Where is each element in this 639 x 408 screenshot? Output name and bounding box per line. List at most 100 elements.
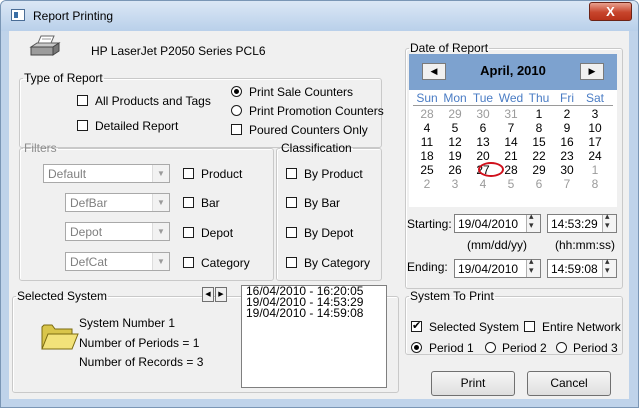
depot-filter-combo[interactable]: Depot ▼ (65, 222, 170, 241)
calendar-day[interactable]: 16 (553, 135, 581, 149)
bar-filter-checkbox[interactable] (183, 197, 194, 208)
calendar-day[interactable]: 13 (469, 135, 497, 149)
period-3-label: Period 3 (573, 341, 618, 355)
calendar-day[interactable]: 2 (553, 107, 581, 121)
next-month-button[interactable]: ▶ (580, 63, 604, 80)
category-filter-checkbox[interactable] (183, 257, 194, 268)
starting-date-field[interactable]: 19/04/2010 (454, 211, 541, 233)
calendar-day[interactable]: 24 (581, 149, 609, 163)
category-filter-label: Category (201, 256, 250, 270)
print-promotion-counters-radio[interactable] (231, 105, 242, 116)
folder-icon (41, 324, 79, 350)
period-1-radio[interactable] (411, 342, 422, 353)
calendar-day[interactable]: 6 (469, 121, 497, 135)
poured-counters-checkbox[interactable] (231, 124, 242, 135)
calendar-day[interactable]: 5 (441, 121, 469, 135)
chevron-down-icon: ▼ (152, 165, 169, 182)
calendar-day[interactable]: 23 (553, 149, 581, 163)
calendar-day[interactable]: 29 (525, 163, 553, 177)
all-products-checkbox[interactable] (77, 95, 88, 106)
calendar-day[interactable]: 18 (413, 149, 441, 163)
calendar-day[interactable]: 4 (413, 121, 441, 135)
bar-filter-combo[interactable]: DefBar ▼ (65, 193, 170, 212)
classification-legend: Classification (281, 141, 352, 155)
calendar-day[interactable]: 8 (581, 177, 609, 191)
detailed-report-checkbox[interactable] (77, 120, 88, 131)
calendar-day[interactable]: 30 (469, 107, 497, 121)
printer-name: HP LaserJet P2050 Series PCL6 (91, 44, 266, 58)
list-item[interactable]: 19/04/2010 - 14:59:08 (242, 307, 386, 319)
selected-system-checkbox[interactable] (411, 319, 422, 332)
print-sale-counters-radio[interactable] (231, 86, 242, 97)
date-format-hint: (mm/dd/yy) (467, 238, 527, 252)
entire-network-checkbox[interactable] (524, 321, 535, 332)
calendar-day[interactable]: 3 (441, 177, 469, 191)
spin-arrows-icon[interactable] (602, 211, 616, 232)
product-filter-checkbox[interactable] (183, 168, 194, 179)
calendar-day[interactable]: 31 (497, 107, 525, 121)
depot-filter-checkbox[interactable] (183, 227, 194, 238)
calendar-day[interactable]: 7 (497, 121, 525, 135)
window-title: Report Printing (33, 9, 114, 23)
by-product-checkbox[interactable] (286, 168, 297, 179)
calendar-day[interactable]: 8 (525, 121, 553, 135)
calendar-day[interactable]: 15 (525, 135, 553, 149)
calendar-day[interactable]: 12 (441, 135, 469, 149)
chevron-down-icon: ▼ (152, 194, 169, 211)
calendar-day[interactable]: 4 (469, 177, 497, 191)
calendar-day[interactable]: 2 (413, 177, 441, 191)
print-button[interactable]: Print (431, 371, 515, 396)
calendar-day[interactable]: 10 (581, 121, 609, 135)
by-bar-checkbox[interactable] (286, 197, 297, 208)
period-2-label: Period 2 (502, 341, 547, 355)
ending-time-field[interactable]: 14:59:08 (547, 256, 617, 278)
calendar-day[interactable]: 14 (497, 135, 525, 149)
starting-time-field[interactable]: 14:53:29 (547, 211, 617, 233)
calendar-day[interactable]: 5 (497, 177, 525, 191)
calendar-day[interactable]: 6 (525, 177, 553, 191)
by-category-checkbox[interactable] (286, 257, 297, 268)
calendar-divider (413, 105, 613, 106)
calendar-day[interactable]: 3 (581, 107, 609, 121)
by-product-label: By Product (304, 167, 363, 181)
calendar-day[interactable]: 21 (497, 149, 525, 163)
calendar-day[interactable]: 7 (553, 177, 581, 191)
calendar-day[interactable]: 26 (441, 163, 469, 177)
period-2-radio[interactable] (485, 342, 496, 353)
spin-arrows-icon[interactable] (526, 256, 540, 277)
selected-system-label: Selected System (429, 320, 520, 334)
calendar-day[interactable]: 9 (553, 121, 581, 135)
calendar-day[interactable]: 19 (441, 149, 469, 163)
close-button[interactable]: X (589, 2, 632, 21)
previous-system-button[interactable]: ◀ (202, 287, 214, 302)
period-3-radio[interactable] (556, 342, 567, 353)
product-filter-combo[interactable]: Default ▼ (43, 164, 170, 183)
number-of-periods-label: Number of Periods = 1 (79, 336, 200, 350)
by-depot-checkbox[interactable] (286, 227, 297, 238)
calendar-day[interactable]: 17 (581, 135, 609, 149)
calendar-day[interactable]: 20 (469, 149, 497, 163)
dialog-body: HP LaserJet P2050 Series PCL6 Type of Re… (9, 31, 629, 399)
periods-listbox[interactable]: 16/04/2010 - 16:20:05 19/04/2010 - 14:53… (241, 285, 387, 388)
calendar-day[interactable]: 11 (413, 135, 441, 149)
spin-arrows-icon[interactable] (526, 211, 540, 232)
filters-legend: Filters (24, 141, 57, 155)
calendar-day[interactable]: 1 (581, 163, 609, 177)
calendar-day[interactable]: 29 (441, 107, 469, 121)
calendar-day[interactable]: 28 (413, 107, 441, 121)
cancel-button[interactable]: Cancel (527, 371, 611, 396)
calendar-day[interactable]: 1 (525, 107, 553, 121)
calendar-day[interactable]: 30 (553, 163, 581, 177)
calendar-day[interactable]: 25 (413, 163, 441, 177)
spin-arrows-icon[interactable] (602, 256, 616, 277)
period-1-label: Period 1 (429, 341, 474, 355)
next-system-button[interactable]: ▶ (215, 287, 227, 302)
category-filter-combo[interactable]: DefCat ▼ (65, 252, 170, 271)
calendar-day[interactable]: 22 (525, 149, 553, 163)
entire-network-label: Entire Network (542, 320, 621, 334)
ending-date-field[interactable]: 19/04/2010 (454, 256, 541, 278)
product-filter-label: Product (201, 167, 243, 181)
system-number-label: System Number 1 (79, 316, 176, 330)
report-printing-window: Report Printing X HP LaserJet P2050 Seri… (0, 0, 639, 408)
depot-filter-label: Depot (201, 226, 234, 240)
